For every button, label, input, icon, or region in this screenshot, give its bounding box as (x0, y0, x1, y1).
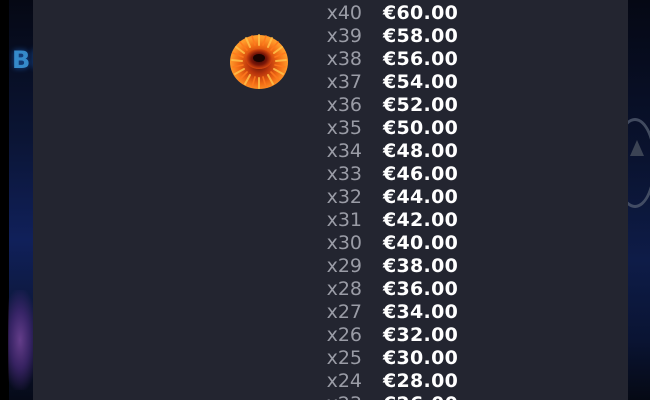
payout-amount: €60.00 (383, 2, 459, 24)
paytable-row: x37 €54.00 (33, 71, 628, 94)
multiplier-label: x36 (326, 94, 362, 116)
multiplier-label: x35 (326, 117, 362, 139)
payout-amount: €54.00 (383, 71, 459, 93)
paytable-row: x26 €32.00 (33, 324, 628, 347)
multiplier-label: x38 (326, 48, 362, 70)
multiplier-label: x24 (326, 370, 362, 392)
multiplier-label: x37 (326, 71, 362, 93)
multiplier-label: x26 (326, 324, 362, 346)
paytable-row: x23 €26.00 (33, 393, 628, 400)
paytable-row: x39 €58.00 (33, 25, 628, 48)
paytable-row: x33 €46.00 (33, 163, 628, 186)
multiplier-label: x32 (326, 186, 362, 208)
background-right (628, 0, 650, 400)
payout-amount: €32.00 (383, 324, 459, 346)
payout-amount: €50.00 (383, 117, 459, 139)
payout-amount: €44.00 (383, 186, 459, 208)
payout-amount: €42.00 (383, 209, 459, 231)
paytable-row: x31 €42.00 (33, 209, 628, 232)
multiplier-label: x25 (326, 347, 362, 369)
arrow-icon (630, 140, 644, 156)
multiplier-label: x33 (326, 163, 362, 185)
paytable-row: x29 €38.00 (33, 255, 628, 278)
multiplier-label: x27 (326, 301, 362, 323)
multiplier-label: x30 (326, 232, 362, 254)
payout-amount: €58.00 (383, 25, 459, 47)
multiplier-label: x40 (326, 2, 362, 24)
payout-amount: €38.00 (383, 255, 459, 277)
multiplier-label: x39 (326, 25, 362, 47)
payout-amount: €52.00 (383, 94, 459, 116)
game-logo-fragment: Bl (12, 46, 33, 74)
paytable-row: x25 €30.00 (33, 347, 628, 370)
background-coral (8, 290, 33, 390)
paytable-row: x32 €44.00 (33, 186, 628, 209)
multiplier-label: x31 (326, 209, 362, 231)
multiplier-label: x29 (326, 255, 362, 277)
background-left: Bl (0, 0, 33, 400)
paytable-row: x40 €60.00 (33, 2, 628, 25)
paytable-row: x27 €34.00 (33, 301, 628, 324)
paytable-row: x36 €52.00 (33, 94, 628, 117)
paytable-row: x38 €56.00 (33, 48, 628, 71)
multiplier-label: x34 (326, 140, 362, 162)
payout-amount: €40.00 (383, 232, 459, 254)
paytable-row: x35 €50.00 (33, 117, 628, 140)
payout-amount: €56.00 (383, 48, 459, 70)
paytable-panel: x40 €60.00 x39 €58.00 x38 €56.00 x37 €54.00 x36 €… (33, 0, 628, 400)
payout-amount: €30.00 (383, 347, 459, 369)
payout-amount: €36.00 (383, 278, 459, 300)
multiplier-label: x28 (326, 278, 362, 300)
paytable-row: x30 €40.00 (33, 232, 628, 255)
paytable-row: x34 €48.00 (33, 140, 628, 163)
paytable-row: x24 €28.00 (33, 370, 628, 393)
paytable-row: x28 €36.00 (33, 278, 628, 301)
payout-amount: €48.00 (383, 140, 459, 162)
payout-amount: €26.00 (383, 393, 458, 400)
payout-amount: €46.00 (383, 163, 459, 185)
payout-amount: €28.00 (383, 370, 459, 392)
multiplier-label: x23 (302, 393, 362, 400)
spin-button-fragment (628, 118, 650, 208)
payout-amount: €34.00 (383, 301, 459, 323)
